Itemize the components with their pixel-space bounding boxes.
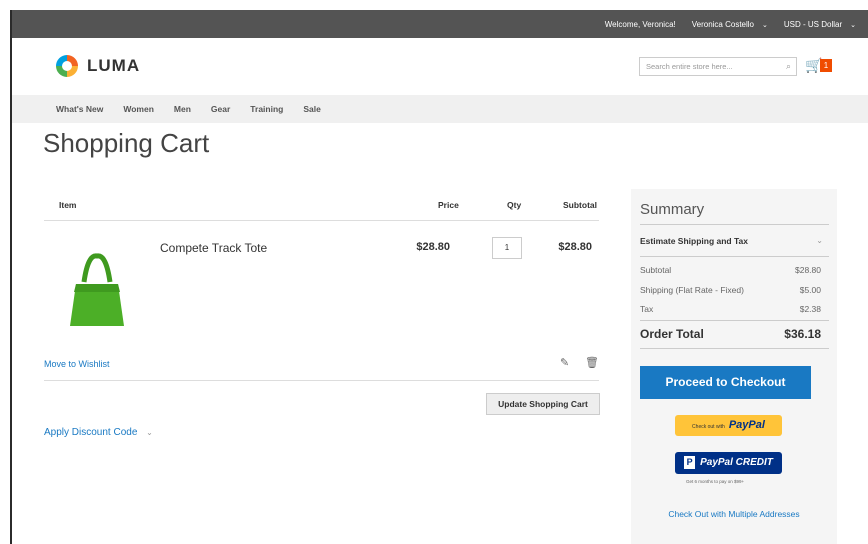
paypal-credit-button[interactable]: P PayPal CREDIT (675, 452, 782, 474)
logo-icon (56, 55, 78, 77)
estimate-shipping-toggle[interactable]: Estimate Shipping and Tax (640, 236, 748, 246)
search-icon[interactable]: ⌕ (786, 61, 791, 72)
product-name[interactable]: Compete Track Tote (160, 241, 267, 255)
paypal-small-text: Check out with (692, 424, 725, 430)
site-header: LUMA Search entire store here... ⌕ 🛒 1 (12, 38, 868, 95)
search-placeholder: Search entire store here... (646, 62, 733, 71)
header-divider (44, 220, 599, 221)
edit-icon[interactable]: ✎ (560, 356, 569, 369)
apply-discount-toggle[interactable]: Apply Discount Code ⌄ (44, 427, 153, 438)
trash-icon[interactable]: 🗑 (585, 356, 599, 369)
summary-divider (640, 256, 829, 257)
header-item: Item (59, 200, 77, 210)
product-image[interactable] (62, 250, 132, 330)
search-input[interactable]: Search entire store here... ⌕ (639, 57, 797, 76)
paypal-credit-note: Get 6 months to pay on $99+ (686, 479, 745, 484)
paypal-credit-label: PayPal CREDIT (700, 457, 773, 468)
summary-divider (640, 320, 829, 321)
item-price: $28.80 (416, 241, 450, 253)
main-navigation: What's New Women Men Gear Training Sale (12, 95, 868, 123)
order-total-value: $36.18 (784, 327, 821, 341)
nav-item-gear[interactable]: Gear (211, 104, 230, 114)
summary-row-shipping: Shipping (Flat Rate - Fixed) $5.00 (640, 285, 821, 295)
nav-item-women[interactable]: Women (123, 104, 154, 114)
nav-item-men[interactable]: Men (174, 104, 191, 114)
update-cart-button[interactable]: Update Shopping Cart (486, 393, 600, 415)
apply-discount-label: Apply Discount Code (44, 427, 138, 438)
summary-title: Summary (640, 201, 705, 218)
summary-row-subtotal: Subtotal $28.80 (640, 265, 821, 275)
order-summary: Summary Estimate Shipping and Tax ⌄ Subt… (631, 189, 837, 544)
nav-item-training[interactable]: Training (250, 104, 283, 114)
welcome-text: Welcome, Veronica! (604, 19, 676, 29)
row-divider (44, 380, 599, 381)
chevron-down-icon: ⌄ (146, 428, 153, 437)
minicart[interactable]: 🛒 1 (805, 57, 833, 75)
chevron-down-icon: ⌄ (762, 21, 768, 29)
qty-input[interactable]: 1 (492, 237, 522, 259)
paypal-logo-text: PayPal (728, 419, 765, 431)
header-subtotal: Subtotal (563, 200, 597, 210)
order-total-label: Order Total (640, 327, 704, 341)
header-price: Price (438, 200, 459, 210)
top-bar: Welcome, Veronica! Veronica Costello ⌄ US… (12, 10, 868, 38)
nav-item-sale[interactable]: Sale (303, 104, 321, 114)
summary-divider (640, 224, 829, 225)
summary-divider (640, 348, 829, 349)
multiple-addresses-link[interactable]: Check Out with Multiple Addresses (631, 509, 837, 519)
header-qty: Qty (507, 200, 522, 210)
nav-item-whats-new[interactable]: What's New (56, 104, 103, 114)
paypal-checkout-button[interactable]: Check out with PayPal (675, 415, 782, 436)
move-to-wishlist-link[interactable]: Move to Wishlist (44, 359, 110, 369)
currency-switcher[interactable]: USD - US Dollar ⌄ (776, 20, 856, 29)
order-total: Order Total $36.18 (640, 327, 821, 341)
proceed-to-checkout-button[interactable]: Proceed to Checkout (640, 366, 811, 399)
account-menu[interactable]: Veronica Costello ⌄ (684, 20, 768, 29)
logo-text: LUMA (87, 56, 141, 75)
cart-count-badge: 1 (820, 59, 832, 72)
page-title: Shopping Cart (43, 128, 210, 158)
chevron-down-icon: ⌄ (850, 21, 856, 29)
paypal-p-icon: P (684, 456, 696, 469)
summary-row-tax: Tax $2.38 (640, 304, 821, 314)
store-logo[interactable]: LUMA (56, 55, 140, 77)
chevron-down-icon[interactable]: ⌄ (816, 236, 823, 245)
item-subtotal: $28.80 (558, 241, 592, 253)
